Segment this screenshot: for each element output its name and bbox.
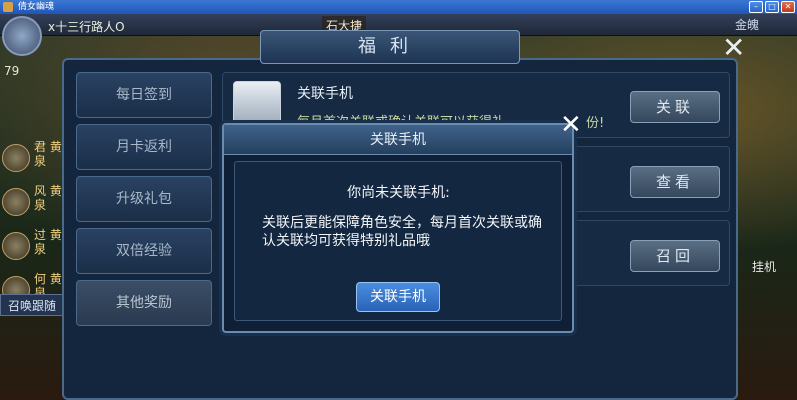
player-avatar[interactable] — [2, 16, 42, 56]
close-window-icon[interactable]: ✕ — [781, 1, 795, 13]
member-avatar — [2, 144, 30, 172]
reward-row-desc-tail: 份! — [586, 116, 605, 131]
welfare-tabs: 每日签到 月卡返利 升级礼包 双倍经验 其他奖励 — [76, 72, 212, 332]
team-member[interactable]: 君 黄泉 — [0, 140, 64, 184]
dialog-close-icon[interactable]: ✕ — [560, 112, 582, 138]
phone-icon — [233, 81, 281, 127]
dialog-body: 关联后更能保障角色安全，每月首次关联或确认关联均可获得特别礼品哦 — [262, 215, 542, 249]
tab-monthly-rebate[interactable]: 月卡返利 — [76, 124, 212, 170]
team-list: 君 黄泉 风 黄泉 过 黄泉 何 黄泉 — [0, 140, 64, 316]
summon-follow-button[interactable]: 召唤跟随 — [0, 294, 64, 316]
link-phone-button[interactable]: 关联手机 — [356, 282, 440, 312]
window-title: 倩女幽魂 — [18, 2, 55, 12]
recall-button[interactable]: 召回 — [630, 240, 720, 272]
app-icon — [3, 2, 13, 12]
tab-double-exp[interactable]: 双倍经验 — [76, 228, 212, 274]
dialog-heading: 你尚未关联手机: — [347, 185, 450, 201]
tab-other-rewards[interactable]: 其他奖励 — [76, 280, 212, 326]
maximize-icon[interactable]: □ — [765, 1, 779, 13]
team-member[interactable]: 过 黄泉 — [0, 228, 64, 272]
welfare-close-icon[interactable]: ✕ — [722, 34, 745, 62]
player-level: 79 — [4, 64, 20, 78]
minimize-icon[interactable]: – — [749, 1, 763, 13]
link-button[interactable]: 关联 — [630, 91, 720, 123]
window-titlebar: 倩女幽魂 – □ ✕ — [0, 0, 797, 14]
tab-daily-signin[interactable]: 每日签到 — [76, 72, 212, 118]
player-name: x十三行路人O — [48, 20, 125, 34]
welfare-title: 福利 — [260, 30, 520, 64]
dialog-title: 关联手机 — [224, 125, 572, 155]
auto-battle-button[interactable]: 挂机 — [752, 258, 776, 275]
window-controls: – □ ✕ — [749, 1, 795, 13]
member-avatar — [2, 232, 30, 260]
reward-row-title: 关联手机 — [297, 86, 353, 102]
